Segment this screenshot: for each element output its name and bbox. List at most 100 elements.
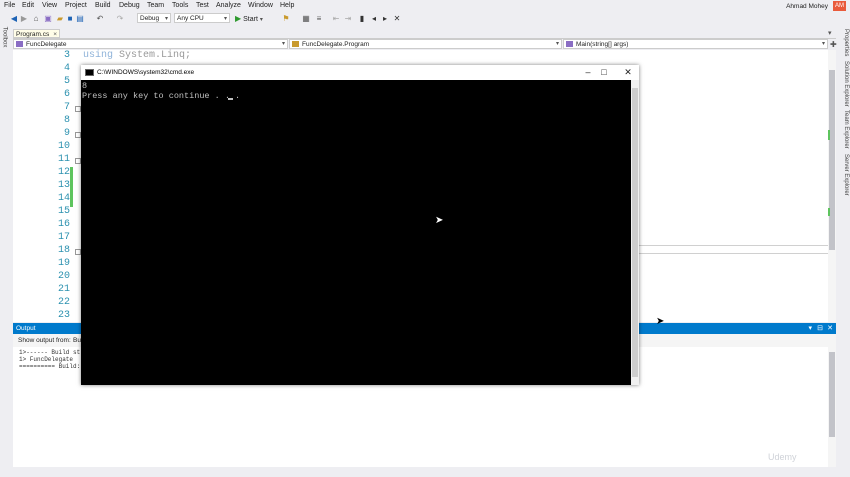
output-line: 1>------ Build st <box>19 349 81 356</box>
current-line-highlight <box>635 245 835 254</box>
menu-help[interactable]: Help <box>280 2 294 9</box>
bottom-tabs <box>13 467 836 477</box>
scrollbar-thumb[interactable] <box>632 88 638 377</box>
chevron-down-icon[interactable]: ▾ <box>828 29 832 37</box>
menu-build[interactable]: Build <box>95 2 111 9</box>
menu-view[interactable]: View <box>42 2 57 9</box>
console-scrollbar[interactable] <box>631 80 639 385</box>
console-screen[interactable]: 8 Press any key to continue . . . <box>81 80 631 385</box>
indent-icon[interactable]: ⇥ <box>344 15 352 23</box>
type-dropdown[interactable]: FuncDelegate.Program ▾ <box>289 39 562 49</box>
line-number: 10 <box>57 141 70 152</box>
code-line[interactable]: using System.Linq; <box>83 50 191 61</box>
output-title: Output <box>16 325 36 332</box>
clear-bookmarks-icon[interactable]: ✕ <box>393 15 401 23</box>
menu-test[interactable]: Test <box>196 2 209 9</box>
scrollbar-thumb[interactable] <box>829 352 835 437</box>
close-icon[interactable]: ✕ <box>827 324 833 332</box>
menu-team[interactable]: Team <box>147 2 164 9</box>
team-explorer-tab[interactable]: Team Explorer <box>843 110 849 149</box>
tab-program-cs[interactable]: Program.cs × <box>13 29 60 38</box>
toolbox-strip <box>0 26 12 477</box>
menu-debug[interactable]: Debug <box>119 2 140 9</box>
editor-scrollbar[interactable] <box>828 50 836 322</box>
chevron-down-icon: ▾ <box>223 16 227 22</box>
solution-explorer-tab[interactable]: Solution Explorer <box>843 61 849 107</box>
outdent-icon[interactable]: ⇤ <box>332 15 340 23</box>
redo-icon[interactable]: ↷ <box>116 15 124 23</box>
output-scrollbar[interactable] <box>828 347 836 467</box>
line-number: 13 <box>57 180 70 191</box>
code-text: System.Linq; <box>113 50 192 61</box>
change-marker <box>828 130 830 140</box>
console-cursor <box>228 98 233 100</box>
minimize-icon[interactable]: – <box>581 67 595 77</box>
scrollbar-thumb[interactable] <box>829 70 835 250</box>
output-line: 1> FuncDelegate <box>19 356 74 363</box>
show-output-from-label: Show output from: <box>18 337 71 344</box>
menu-bar: File Edit View Project Build Debug Team … <box>0 0 850 12</box>
toolbar: ◀ ▶ ⌂ ▣ ▰ ■ ▤ ↶ ↷ Debug ▾ Any CPU ▾ ▶ St… <box>0 12 850 26</box>
console-line: 8 <box>82 81 88 91</box>
show-output-from-dropdown[interactable]: Bu <box>73 337 81 344</box>
line-number: 23 <box>57 310 70 321</box>
change-marker <box>828 208 830 216</box>
line-number: 21 <box>57 284 70 295</box>
console-title: C:\WINDOWS\system32\cmd.exe <box>97 69 195 76</box>
menu-edit[interactable]: Edit <box>22 2 34 9</box>
chevron-down-icon: ▾ <box>164 16 168 22</box>
solution-config-dropdown[interactable]: Debug ▾ <box>137 13 171 23</box>
type-value: FuncDelegate.Program <box>302 41 370 48</box>
console-title-bar[interactable]: C:\WINDOWS\system32\cmd.exe – □ ✕ <box>81 65 639 80</box>
output-line: ========== Build: <box>19 363 81 370</box>
pin-icon[interactable]: ⊟ <box>817 324 823 332</box>
line-number: 11 <box>57 154 70 165</box>
line-number: 14 <box>57 193 70 204</box>
new-project-icon[interactable]: ▣ <box>44 15 52 23</box>
bookmark-icon[interactable]: ▮ <box>358 15 366 23</box>
line-number: 22 <box>57 297 70 308</box>
console-line: Press any key to continue . . . <box>82 91 241 101</box>
properties-tab[interactable]: Properties <box>843 29 849 56</box>
line-number: 3 <box>63 50 70 61</box>
solution-config-value: Debug <box>140 15 160 22</box>
split-icon[interactable]: ✚ <box>830 40 837 49</box>
project-dropdown[interactable]: FuncDelegate ▾ <box>13 39 288 49</box>
member-dropdown[interactable]: Main(string[] args) ▾ <box>563 39 828 49</box>
browser-link-icon[interactable]: ⚑ <box>282 15 290 23</box>
console-window[interactable]: C:\WINDOWS\system32\cmd.exe – □ ✕ 8 Pres… <box>81 65 639 385</box>
maximize-icon[interactable]: □ <box>597 67 611 77</box>
right-side-tabs: Properties Solution Explorer Team Explor… <box>838 26 850 477</box>
home-icon[interactable]: ⌂ <box>32 15 40 23</box>
start-button[interactable]: ▶ Start ▾ <box>235 14 263 23</box>
save-all-icon[interactable]: ▤ <box>76 15 84 23</box>
find-icon[interactable]: ▦ <box>302 15 310 23</box>
platform-dropdown[interactable]: Any CPU ▾ <box>174 13 230 23</box>
next-bookmark-icon[interactable]: ▸ <box>381 15 389 23</box>
menu-file[interactable]: File <box>4 2 15 9</box>
open-folder-icon[interactable]: ▰ <box>56 15 64 23</box>
mouse-cursor-icon: ➤ <box>435 215 444 226</box>
dropdown-icon[interactable]: ▾ <box>808 324 812 332</box>
save-icon[interactable]: ■ <box>66 15 74 23</box>
menu-analyze[interactable]: Analyze <box>216 2 241 9</box>
menu-project[interactable]: Project <box>65 2 87 9</box>
undo-icon[interactable]: ↶ <box>96 15 104 23</box>
chevron-down-icon: ▾ <box>259 17 263 23</box>
forward-icon[interactable]: ▶ <box>20 15 28 23</box>
prev-bookmark-icon[interactable]: ◂ <box>370 15 378 23</box>
chevron-down-icon: ▾ <box>281 41 285 47</box>
toolbox-tab[interactable]: Toolbox <box>1 27 7 48</box>
user-name[interactable]: Ahmad Mohey <box>786 3 828 10</box>
chevron-down-icon: ▾ <box>555 41 559 47</box>
close-icon[interactable]: ✕ <box>621 67 635 78</box>
avatar[interactable]: AM <box>833 1 846 11</box>
line-number: 5 <box>63 76 70 87</box>
comment-icon[interactable]: ≡ <box>315 15 323 23</box>
menu-window[interactable]: Window <box>248 2 273 9</box>
back-icon[interactable]: ◀ <box>10 15 18 23</box>
class-icon <box>292 41 299 47</box>
menu-tools[interactable]: Tools <box>172 2 188 9</box>
cmd-icon <box>85 69 94 76</box>
server-explorer-tab[interactable]: Server Explorer <box>843 154 849 196</box>
